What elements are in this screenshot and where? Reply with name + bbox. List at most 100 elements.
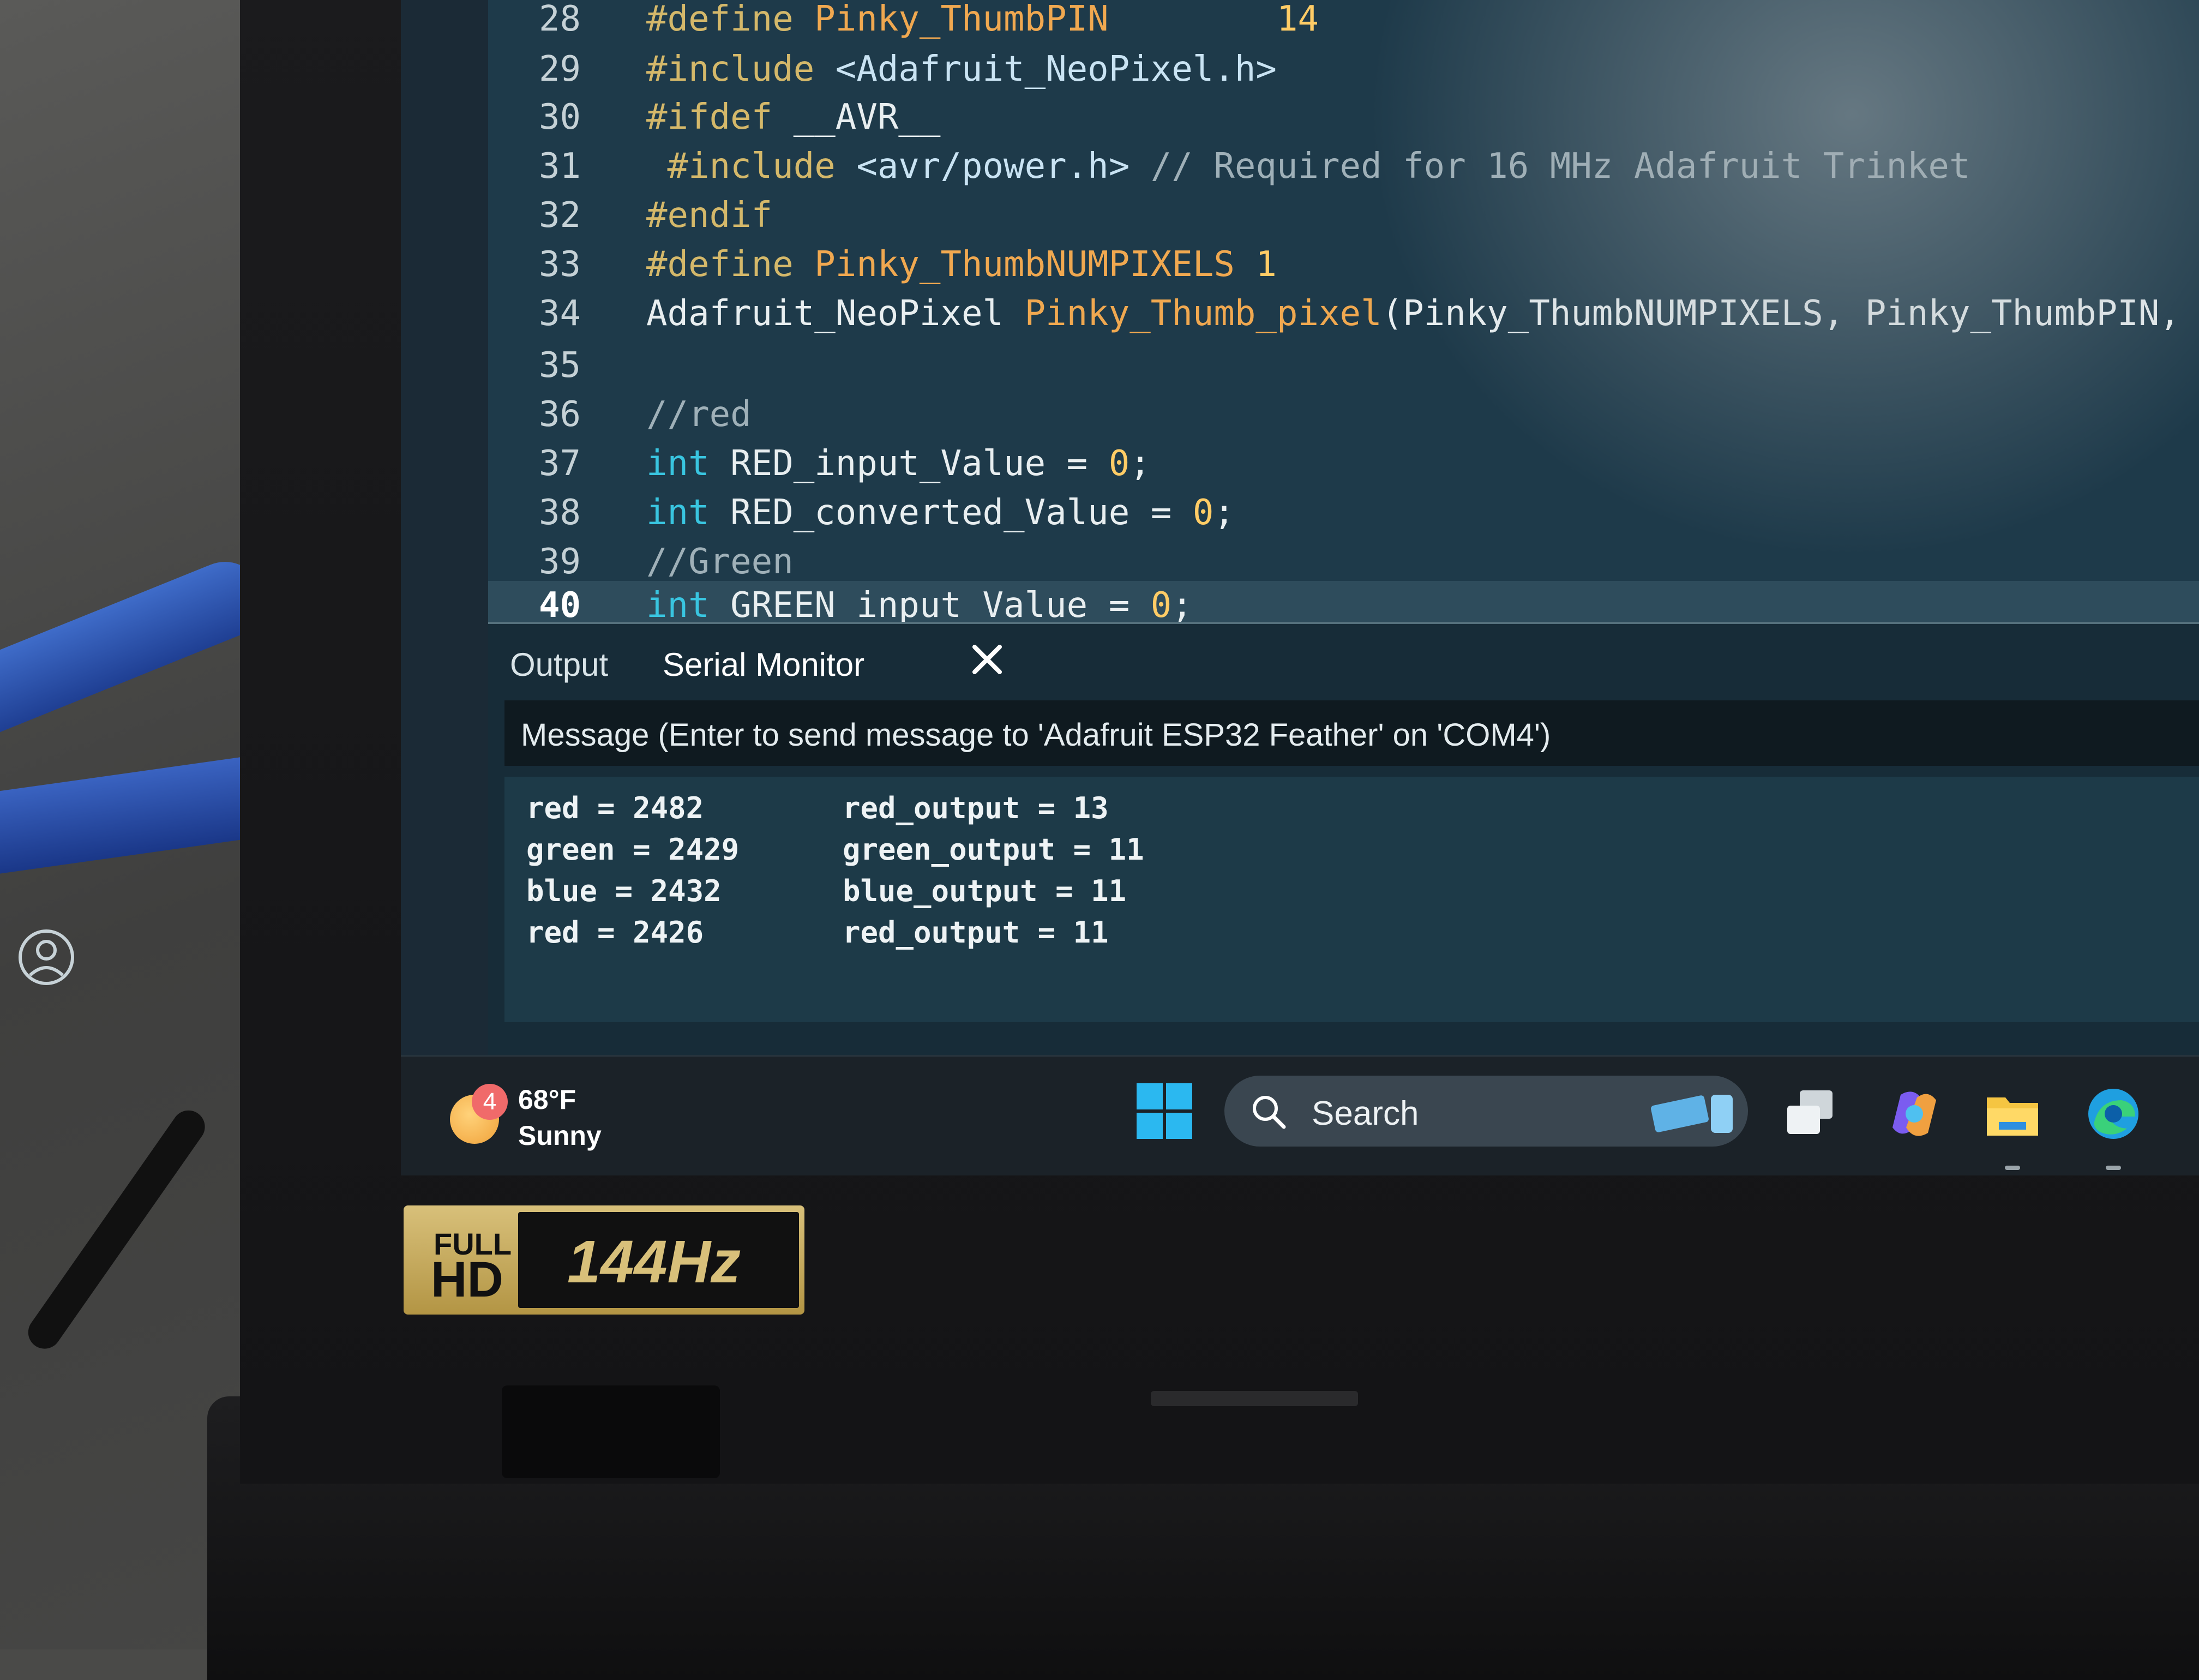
code-token: 0	[1108, 443, 1130, 484]
code-token: //red	[646, 394, 752, 435]
line-number: 28	[538, 0, 581, 39]
taskbar-search-box[interactable]: Search	[1224, 1076, 1748, 1147]
code-text: Adafruit_NeoPixel Pinky_Thumb_pixel(Pink…	[646, 289, 2199, 338]
serial-output-line: red = 2426	[526, 915, 704, 950]
tab-output[interactable]: Output	[510, 646, 608, 683]
code-line[interactable]: 33 #define Pinky_ThumbNUMPIXELS 1	[488, 240, 2199, 289]
line-number: 32	[538, 195, 581, 236]
line-number: 30	[538, 97, 581, 137]
serial-output-line: red_output = 13	[843, 791, 1109, 825]
weather-condition: Sunny	[518, 1120, 602, 1151]
line-number: 34	[538, 293, 581, 334]
serial-output-line: blue_output = 11	[843, 874, 1127, 908]
serial-output-line: blue = 2432	[526, 874, 722, 908]
code-line[interactable]: 39 //Green	[488, 537, 2199, 586]
code-line[interactable]: 32 #endif	[488, 191, 2199, 240]
code-token: // Required for 16 MHz Adafruit Trinket	[1129, 146, 1970, 187]
code-line[interactable]: 36 //red	[488, 390, 2199, 439]
weather-temperature: 68°F	[518, 1084, 576, 1115]
code-text: #define Pinky_ThumbPIN 14	[646, 0, 1319, 44]
line-number: 35	[538, 345, 581, 386]
edge-icon[interactable]	[2083, 1084, 2143, 1170]
line-number: 33	[538, 244, 581, 285]
line-number: 29	[538, 49, 581, 89]
code-token: RED_input_Value =	[730, 443, 1109, 484]
code-text: //Green	[646, 537, 794, 586]
code-text: //red	[646, 390, 752, 439]
search-icon	[1249, 1092, 1288, 1131]
code-text: int RED_input_Value = 0;	[646, 439, 1151, 488]
code-token: ;	[1171, 585, 1193, 626]
running-indicator	[2106, 1166, 2121, 1170]
code-token: __AVR__	[793, 97, 941, 137]
line-number: 31	[538, 146, 581, 187]
code-token: #include	[646, 146, 857, 187]
code-line[interactable]: 38 int RED_converted_Value = 0;	[488, 488, 2199, 537]
serial-message-placeholder: Message (Enter to send message to 'Adafr…	[521, 717, 1551, 753]
code-token: int	[646, 443, 731, 484]
full-hd-144hz-sticker: FULL HD 144Hz	[404, 1205, 804, 1315]
code-line[interactable]: 35	[488, 341, 2199, 390]
copilot-icon[interactable]	[1884, 1084, 1944, 1144]
running-indicator	[2005, 1166, 2020, 1170]
code-token: <avr/power.h>	[856, 146, 1130, 187]
file-explorer-icon[interactable]	[1982, 1084, 2042, 1170]
code-token: Pinky_ThumbPIN	[814, 0, 1109, 39]
windows-start-icon[interactable]	[1134, 1081, 1194, 1141]
code-text: #endif	[646, 191, 772, 240]
laptop-screen: 28 #define Pinky_ThumbPIN 14 29 #include <A…	[401, 0, 2199, 1175]
code-token: #include	[646, 49, 836, 89]
laptop-hinge	[502, 1385, 720, 1478]
code-line[interactable]: 29 #include <Adafruit_NeoPixel.h>	[488, 45, 2199, 94]
sticker-hd-text: HD	[431, 1252, 503, 1307]
sticker-refresh-rate: 144Hz	[518, 1212, 799, 1308]
line-number: 36	[538, 394, 581, 435]
code-token: (Pinky_ThumbNUMPIXELS, Pinky_ThumbPIN, N…	[1381, 293, 2180, 334]
code-text: int RED_converted_Value = 0;	[646, 488, 1235, 537]
code-token: Adafruit_NeoPixel	[646, 293, 1025, 334]
code-token: GREEN_input_Value =	[730, 585, 1151, 626]
serial-output-line: red = 2482	[526, 791, 704, 825]
serial-message-input[interactable]: Message (Enter to send message to 'Adafr…	[504, 700, 2199, 766]
close-icon[interactable]	[968, 640, 1006, 679]
laptop-hinge-slot	[1151, 1391, 1358, 1406]
line-number: 39	[538, 542, 581, 582]
code-line[interactable]: 31 #include <avr/power.h> // Required fo…	[488, 142, 2199, 191]
code-text: #include <avr/power.h> // Required for 1…	[646, 142, 1970, 191]
code-text: #include <Adafruit_NeoPixel.h>	[646, 45, 1277, 94]
notification-badge: 4	[472, 1084, 508, 1120]
search-label: Search	[1312, 1095, 1419, 1132]
code-text: #ifdef __AVR__	[646, 93, 940, 142]
code-token: #define	[646, 244, 815, 285]
code-text: #define Pinky_ThumbNUMPIXELS 1	[646, 240, 1277, 289]
weather-widget[interactable]: 4 68°F Sunny	[450, 1078, 624, 1151]
code-token: 14	[1108, 0, 1319, 39]
serial-output-line: green = 2429	[526, 832, 740, 867]
line-number: 38	[538, 493, 581, 533]
code-editor[interactable]: 28 #define Pinky_ThumbPIN 14 29 #include <A…	[488, 0, 2199, 630]
serial-output-line: green_output = 11	[843, 832, 1144, 867]
code-token: 0	[1150, 585, 1172, 626]
code-token: int	[646, 493, 731, 533]
account-icon[interactable]	[16, 927, 76, 987]
travel-ticket-icon	[1650, 1087, 1737, 1138]
code-token: ;	[1129, 443, 1151, 484]
code-line[interactable]: 34 Adafruit_NeoPixel Pinky_Thumb_pixel(Pi…	[488, 289, 2199, 338]
code-token: Pinky_Thumb_pixel	[1024, 293, 1382, 334]
code-line[interactable]: 30 #ifdef __AVR__	[488, 93, 2199, 142]
code-line[interactable]: 37 int RED_input_Value = 0;	[488, 439, 2199, 488]
code-line[interactable]: 28 #define Pinky_ThumbPIN 14	[488, 0, 2199, 44]
code-token: Pinky_ThumbNUMPIXELS	[814, 244, 1235, 285]
code-token: RED_converted_Value =	[730, 493, 1193, 533]
sticker-full-hd: FULL HD	[409, 1211, 524, 1309]
task-view-icon[interactable]	[1781, 1084, 1841, 1144]
code-token: int	[646, 585, 731, 626]
code-token: <Adafruit_NeoPixel.h>	[835, 49, 1277, 89]
tab-serial-monitor[interactable]: Serial Monitor	[663, 646, 864, 683]
code-token: #define	[646, 0, 815, 39]
code-token: 1	[1234, 244, 1277, 285]
code-token: #ifdef	[646, 97, 794, 137]
line-number: 37	[538, 443, 581, 484]
serial-output-line: red_output = 11	[843, 915, 1109, 950]
taskbar: 4 68°F Sunny Search	[401, 1055, 2199, 1175]
